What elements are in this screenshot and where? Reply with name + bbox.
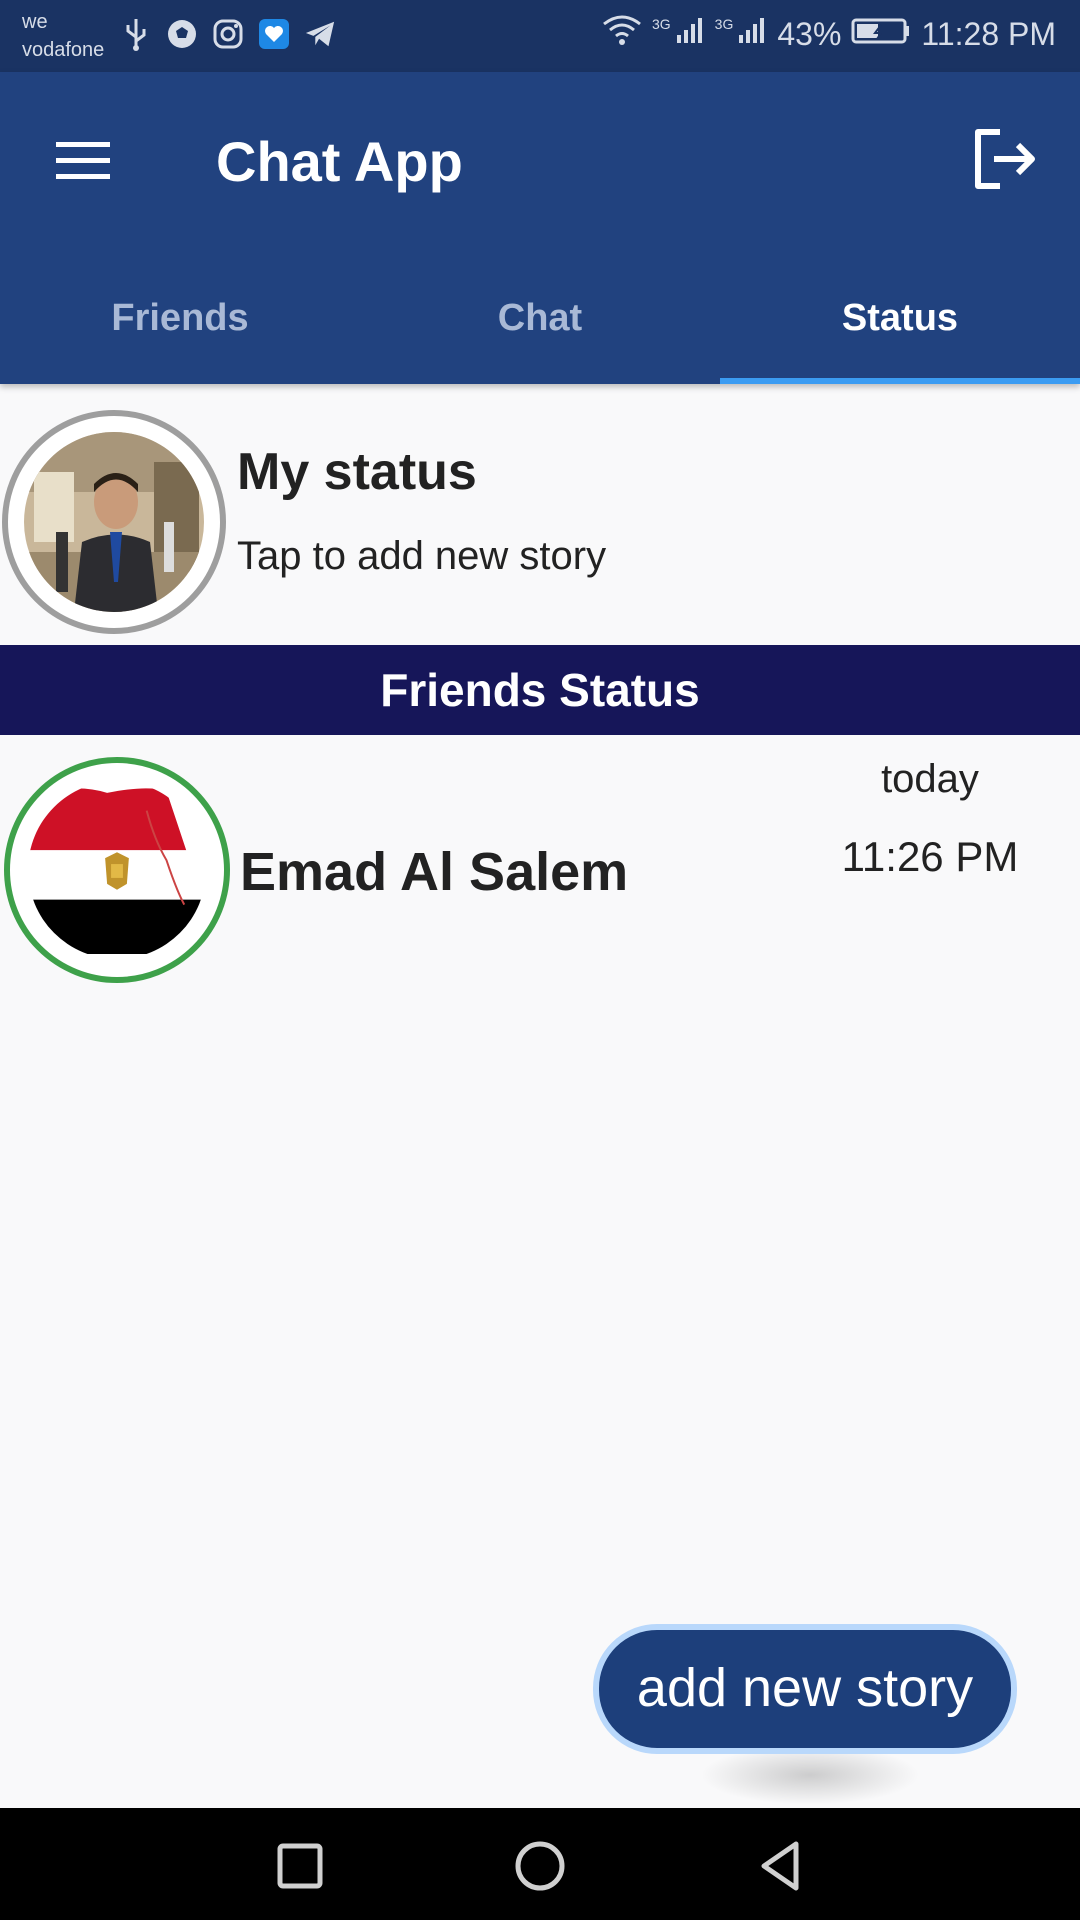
home-icon[interactable]	[510, 1836, 570, 1896]
my-avatar[interactable]	[2, 410, 226, 634]
friends-status-header: Friends Status	[0, 645, 1080, 735]
friend-avatar[interactable]	[4, 757, 230, 983]
tab-chat[interactable]: Chat	[360, 268, 720, 384]
network-type-1: 3G	[651, 16, 671, 32]
app-heart-icon	[258, 16, 290, 52]
clock: 11:28 PM	[921, 15, 1056, 52]
app-title: Chat App	[216, 130, 463, 193]
tab-bar: Friends Chat Status	[0, 268, 1080, 384]
egypt-flag-map-image	[28, 781, 206, 959]
tab-friends[interactable]: Friends	[0, 268, 360, 384]
tab-status[interactable]: Status	[720, 268, 1080, 384]
my-status-title: My status	[237, 443, 477, 501]
add-new-story-button[interactable]: add new story	[593, 1624, 1017, 1754]
instagram-icon	[212, 16, 244, 52]
football-icon	[166, 16, 198, 52]
carrier-label: we vodafone	[22, 8, 104, 64]
fab-shadow	[700, 1745, 920, 1805]
logout-icon[interactable]	[970, 124, 1040, 194]
usb-icon	[120, 16, 152, 52]
wifi-icon	[602, 14, 642, 54]
app-bar: Chat App Friends Chat Status	[0, 72, 1080, 384]
battery-percent: 43%	[777, 15, 842, 52]
friend-name: Emad Al Salem	[240, 842, 629, 902]
signal-icon-2	[737, 15, 767, 53]
friend-status-day: today	[881, 757, 979, 801]
my-status-row[interactable]: My status Tap to add new story	[0, 384, 1080, 644]
friend-status-time: 11:26 PM	[841, 833, 1019, 880]
battery-icon	[851, 16, 911, 53]
recent-apps-icon[interactable]	[270, 1836, 330, 1896]
system-nav-bar	[0, 1808, 1080, 1920]
status-bar: we vodafone 3G 3G 43% 11:28 PM	[0, 0, 1080, 72]
user-photo	[24, 432, 204, 612]
friend-status-item[interactable]: Emad Al Salem today 11:26 PM	[0, 735, 1080, 1005]
notification-icons	[120, 16, 336, 52]
carrier-line-2: vodafone	[22, 39, 105, 61]
hamburger-menu-icon[interactable]	[54, 136, 112, 186]
back-icon[interactable]	[750, 1836, 810, 1896]
my-status-subtitle: Tap to add new story	[237, 534, 607, 578]
signal-icon-1	[675, 15, 705, 53]
telegram-icon	[304, 16, 336, 52]
network-type-2: 3G	[714, 16, 734, 32]
carrier-line-1: we	[22, 11, 48, 33]
system-indicators: 3G 3G 43% 11:28 PM	[602, 14, 1056, 54]
